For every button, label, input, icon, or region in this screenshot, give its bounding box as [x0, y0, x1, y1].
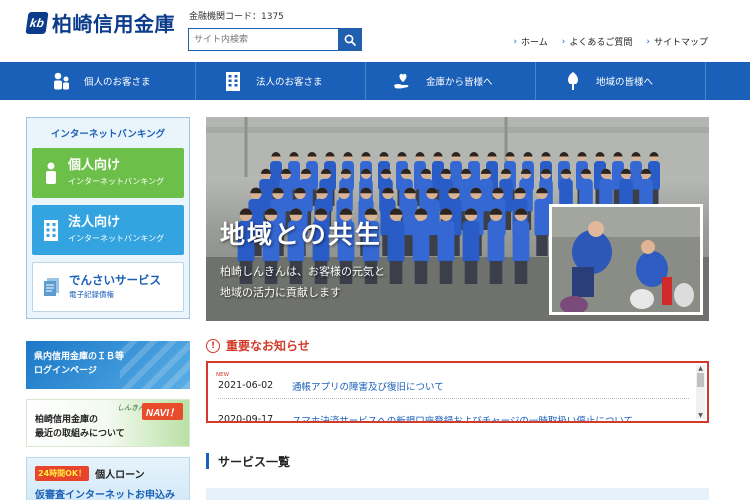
nav-item-label: 地域の皆様へ [596, 77, 654, 88]
corporate-ib-button[interactable]: 法人向け インターネットバンキング [32, 205, 184, 255]
notice-item[interactable]: 2020-09-17 スマホ決済サービスへの新規口座登録およびチャージの一時取扱… [218, 407, 689, 423]
service-title: サービス一覧 [218, 454, 291, 469]
navi-tag: NAVI！ [141, 403, 183, 420]
scroll-thumb[interactable] [697, 373, 704, 387]
chevron-right-icon: › [561, 36, 566, 47]
search-button[interactable] [338, 29, 361, 50]
internet-banking-box: インターネットバンキング 個人向け インターネットバンキング 法人向け インター… [26, 117, 190, 319]
logo-text: 柏崎信用金庫 [52, 12, 175, 36]
loan-title: 個人ローン [95, 469, 145, 481]
person-icon [40, 162, 62, 184]
search-box [188, 28, 362, 51]
heart-hand-icon [392, 71, 414, 91]
notice-scrollbar[interactable]: ▲ ▼ [696, 365, 705, 419]
nav-item-label: 金庫から皆様へ [426, 77, 493, 88]
corporate-ib-label: 法人向け [68, 214, 121, 230]
loan-subtitle: 仮審査インターネットお申込み [35, 490, 175, 500]
hero-subtitle-line1: 柏崎しんきんは、お客様の元気と [220, 265, 385, 278]
link-sitemap[interactable]: › サイトマップ [646, 35, 708, 49]
scroll-down-icon[interactable]: ▼ [696, 412, 705, 419]
hero-subtitle-line2: 地域の活力に貢献します [220, 286, 341, 299]
nav-item-label: 個人のお客さま [84, 77, 151, 88]
personal-ib-sublabel: インターネットバンキング [68, 177, 165, 187]
service-header: サービス一覧 [206, 451, 709, 471]
nav-item-from-bank[interactable]: 金庫から皆様へ [366, 62, 536, 100]
chevron-right-icon: › [513, 36, 518, 47]
building-icon [222, 71, 244, 91]
navi-small-label: しんきん [117, 405, 145, 412]
link-faq[interactable]: › よくあるご質問 [561, 35, 633, 49]
tree-icon [562, 71, 584, 91]
notice-date-text: 2021-06-02 [218, 380, 274, 391]
sidebar: インターネットバンキング 個人向け インターネットバンキング 法人向け インター… [26, 117, 190, 500]
hero-banner[interactable]: 地域との共生 柏崎しんきんは、お客様の元気と 地域の活力に貢献します [206, 117, 709, 321]
bank-code: 金融機関コード：1375 [189, 12, 284, 22]
global-nav: 個人のお客さま 法人のお客さま 金庫から皆様へ 地域の皆様へ [0, 62, 750, 100]
document-icon [41, 277, 63, 297]
nav-item-community[interactable]: 地域の皆様へ [536, 62, 706, 100]
alert-icon: ! [206, 338, 220, 353]
personal-ib-label: 個人向け [68, 157, 121, 173]
site-header: kb 柏崎信用金庫 金融機関コード：1375 › ホーム › よくあるご質問 ›… [0, 0, 750, 62]
notice-title: 重要なお知らせ [226, 339, 310, 353]
notice-date: NEW 2021-06-02 [216, 372, 290, 391]
search-input[interactable] [189, 29, 338, 50]
notice-link[interactable]: スマホ決済サービスへの新規口座登録およびチャージの一時取扱い停止について [292, 413, 633, 422]
scroll-up-icon[interactable]: ▲ [696, 365, 705, 372]
people-icon [50, 71, 72, 91]
personal-ib-button[interactable]: 個人向け インターネットバンキング [32, 148, 184, 198]
notice-date: 2020-09-17 [218, 414, 274, 423]
ib-login-banner-line1: 県内信用金庫のＩＢ等 [34, 352, 125, 363]
ib-login-banner-line2: ログインページ [34, 366, 97, 376]
chevron-right-icon: › [646, 36, 650, 47]
navi-banner-line2: 最近の取組みについて [35, 429, 125, 439]
nav-item-personal[interactable]: 個人のお客さま [0, 62, 196, 100]
densai-sublabel: 電子記録債権 [69, 290, 114, 300]
corporate-ib-sublabel: インターネットバンキング [68, 234, 165, 244]
link-faq-label: よくあるご質問 [569, 38, 633, 48]
nav-item-label: 法人のお客さま [256, 77, 323, 88]
building-icon [40, 219, 62, 241]
navi-banner-line1: 柏崎信用金庫の [35, 415, 99, 426]
nav-item-corporate[interactable]: 法人のお客さま [196, 62, 366, 100]
loan-badge: 24時間OK！ [35, 465, 90, 481]
hero-inset-photo [549, 204, 703, 315]
notice-header: ! 重要なお知らせ [206, 337, 310, 354]
densai-button[interactable]: でんさいサービス 電子記録債権 [32, 262, 184, 312]
new-badge: NEW [216, 372, 230, 378]
notice-list[interactable]: NEW 2021-06-02 通帳アプリの障害及び復旧について 2020-09-… [206, 361, 709, 423]
link-home-label: ホーム [521, 38, 548, 48]
densai-label: でんさいサービス [69, 272, 161, 287]
logo-mark-icon: kb [25, 11, 49, 34]
link-home[interactable]: › ホーム [513, 35, 548, 49]
notice-item[interactable]: NEW 2021-06-02 通帳アプリの障害及び復旧について [216, 372, 689, 399]
site-logo[interactable]: kb 柏崎信用金庫 [25, 8, 175, 37]
top-links: › ホーム › よくあるご質問 › サイトマップ [513, 35, 708, 49]
loan-banner[interactable]: 24時間OK！ 個人ローン 仮審査インターネットお申込み [26, 457, 190, 500]
service-panel [206, 488, 709, 500]
notice-link[interactable]: 通帳アプリの障害及び復旧について [292, 379, 444, 393]
ib-login-banner[interactable]: 県内信用金庫のＩＢ等 ログインページ [26, 341, 190, 389]
search-icon [344, 34, 356, 46]
internet-banking-title: インターネットバンキング [50, 129, 166, 140]
link-sitemap-label: サイトマップ [653, 38, 708, 48]
hero-title: 地域との共生 [220, 220, 382, 249]
navi-banner[interactable]: しんきん NAVI！ 柏崎信用金庫の 最近の取組みについて [26, 399, 190, 447]
section-bar [206, 453, 209, 469]
